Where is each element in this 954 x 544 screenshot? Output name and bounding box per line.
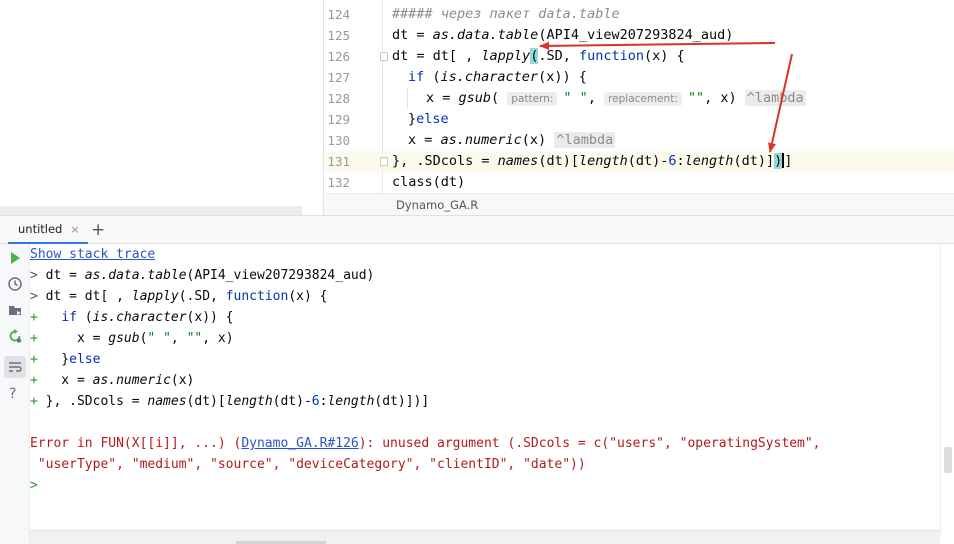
code-line: if (is.character(x)) { bbox=[408, 69, 587, 85]
left-pane bbox=[0, 0, 323, 215]
console-output[interactable]: Show stack trace > dt = as.data.table(AP… bbox=[30, 244, 940, 534]
console-line: + if (is.character(x)) { bbox=[30, 310, 234, 325]
history-icon[interactable] bbox=[7, 276, 23, 292]
tab-label: untitled bbox=[18, 222, 63, 236]
line-number: 132 bbox=[327, 175, 350, 190]
error-message: Error in FUN(X[[i]], ...) (Dynamo_GA.R#1… bbox=[30, 436, 821, 451]
console-horizontal-scrollbar[interactable] bbox=[30, 530, 940, 544]
tab-untitled[interactable]: untitled × bbox=[8, 216, 88, 244]
editor-file-name[interactable]: Dynamo_GA.R bbox=[396, 198, 478, 212]
line-number: 128 bbox=[327, 91, 350, 106]
import-icon[interactable] bbox=[7, 302, 23, 318]
code-line: ##### через пакет data.table bbox=[392, 6, 620, 22]
code-line: }, .SDcols = names(dt)[length(dt)-6:leng… bbox=[392, 153, 793, 169]
parameter-hint: pattern: bbox=[507, 92, 558, 106]
code-line: dt = as.data.table(API4_view207293824_au… bbox=[392, 27, 734, 43]
code-line: x = gsub( pattern: " ", replacement: "", x… bbox=[426, 90, 806, 106]
soft-wrap-icon bbox=[9, 362, 22, 372]
console-line: + }else bbox=[30, 352, 101, 367]
help-icon[interactable]: ? bbox=[9, 386, 16, 402]
restart-icon[interactable] bbox=[7, 328, 23, 344]
lambda-hint: ^lambda bbox=[554, 132, 616, 148]
line-number: 124 bbox=[327, 7, 350, 22]
console-input-line[interactable]: > bbox=[30, 475, 38, 496]
run-icon[interactable] bbox=[7, 250, 23, 266]
add-tab-button[interactable]: + bbox=[91, 218, 105, 242]
soft-wrap-toggle[interactable] bbox=[4, 356, 26, 378]
indent-guide bbox=[382, 67, 383, 151]
console-toolbar: ? bbox=[0, 244, 30, 544]
code-line: dt = dt[ , lapply(.SD, function(x) { bbox=[392, 48, 685, 64]
error-source-link[interactable]: Dynamo_GA.R#126 bbox=[241, 436, 358, 451]
console-line: + x = gsub(" ", "", x) bbox=[30, 331, 234, 346]
console-line: > dt = dt[ , lapply(.SD, function(x) { bbox=[30, 289, 328, 304]
fold-marker-icon[interactable] bbox=[380, 157, 388, 166]
console-line: + x = as.numeric(x) bbox=[30, 373, 195, 388]
matched-brace-highlight: ) bbox=[774, 153, 783, 169]
console-vertical-scrollbar[interactable] bbox=[940, 244, 954, 534]
line-number: 125 bbox=[327, 28, 350, 43]
show-stack-trace-link[interactable]: Show stack trace bbox=[30, 244, 155, 265]
close-icon[interactable]: × bbox=[70, 223, 79, 236]
code-line: }else bbox=[408, 111, 449, 127]
scrollbar-thumb[interactable] bbox=[944, 447, 952, 473]
console-tab-bar: untitled × + bbox=[0, 215, 954, 244]
console-line: + }, .SDcols = names(dt)[length(dt)-6:le… bbox=[30, 394, 430, 409]
lambda-hint: ^lambda bbox=[744, 90, 806, 106]
console-line: > dt = as.data.table(API4_view207293824_… bbox=[30, 268, 375, 283]
parameter-hint: replacement: bbox=[604, 92, 682, 106]
line-number: 129 bbox=[327, 112, 350, 127]
editor-breadcrumb-bar: Dynamo_GA.R bbox=[324, 193, 954, 215]
line-number: 131 bbox=[327, 154, 350, 169]
error-message: "userType", "medium", "source", "deviceC… bbox=[30, 457, 586, 472]
code-line: class(dt) bbox=[392, 174, 466, 190]
left-pane-scrollbar[interactable] bbox=[0, 206, 302, 215]
line-number-gutter: 124 125 126 127 128 129 130 131 132 bbox=[324, 0, 382, 193]
line-number: 126 bbox=[327, 49, 350, 64]
code-editor[interactable]: 124 125 126 127 128 129 130 131 132 ####… bbox=[324, 0, 954, 193]
indent-guide bbox=[407, 88, 408, 109]
line-number: 130 bbox=[327, 133, 350, 148]
line-number: 127 bbox=[327, 70, 350, 85]
fold-marker-icon[interactable] bbox=[380, 52, 388, 61]
code-line: x = as.numeric(x) ^lambda bbox=[408, 132, 616, 148]
